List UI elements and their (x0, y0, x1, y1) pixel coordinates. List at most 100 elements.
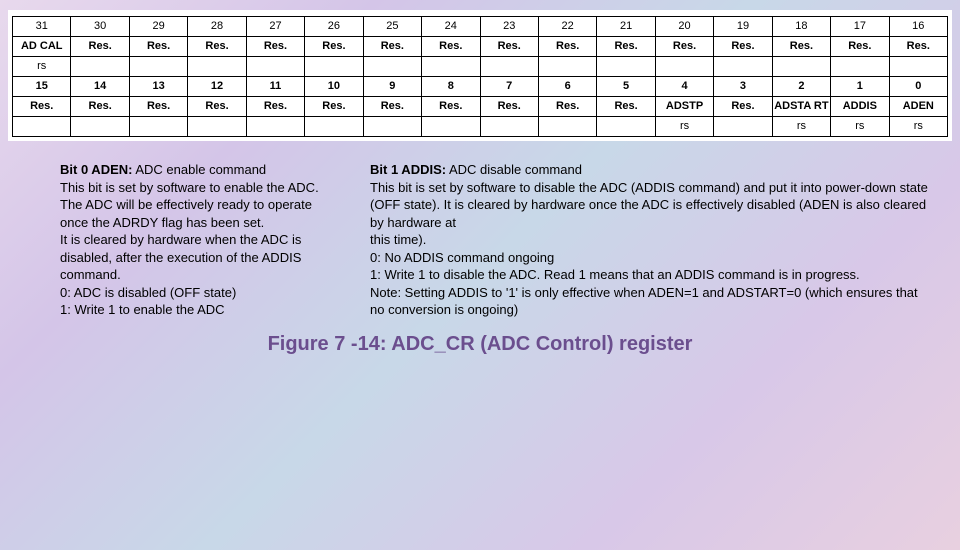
table-cell (889, 57, 947, 77)
bit0-body: This bit is set by software to enable th… (60, 180, 319, 318)
table-cell: Res. (305, 97, 363, 117)
table-cell (363, 117, 421, 137)
table-cell: 31 (13, 17, 71, 37)
table-cell: 11 (246, 77, 304, 97)
table-cell: 23 (480, 17, 538, 37)
table-cell (129, 57, 187, 77)
table-cell: 29 (129, 17, 187, 37)
bit0-description: Bit 0 ADEN: ADC enable command This bit … (60, 161, 340, 319)
table-cell: 9 (363, 77, 421, 97)
register-bit-table: 31302928272625242322212019181716 AD CALR… (12, 16, 948, 137)
table-cell: 0 (889, 77, 947, 97)
table-cell: 17 (831, 17, 889, 37)
table-cell (480, 57, 538, 77)
bit1-body: This bit is set by software to disable t… (370, 180, 928, 318)
table-cell: 6 (538, 77, 596, 97)
table-cell: 16 (889, 17, 947, 37)
table-cell: AD CAL (13, 37, 71, 57)
table-cell: Res. (772, 37, 830, 57)
bits-low-row: 1514131211109876543210 (13, 77, 948, 97)
bit1-title: Bit 1 ADDIS: (370, 162, 446, 177)
table-cell: rs (655, 117, 713, 137)
table-cell: Res. (714, 97, 772, 117)
table-cell: 28 (188, 17, 246, 37)
table-cell: ADEN (889, 97, 947, 117)
table-cell (597, 57, 655, 77)
bit1-description: Bit 1 ADDIS: ADC disable command This bi… (370, 161, 930, 319)
table-cell: Res. (480, 97, 538, 117)
table-cell: Res. (714, 37, 772, 57)
rw-low-row: rsrsrsrs (13, 117, 948, 137)
table-cell: 20 (655, 17, 713, 37)
table-cell: Res. (71, 37, 129, 57)
table-cell (772, 57, 830, 77)
table-cell: 3 (714, 77, 772, 97)
table-cell (246, 57, 304, 77)
table-cell: 13 (129, 77, 187, 97)
table-cell (305, 117, 363, 137)
table-cell: Res. (246, 37, 304, 57)
table-cell: Res. (538, 97, 596, 117)
table-cell (422, 57, 480, 77)
table-cell (305, 57, 363, 77)
bits-high-row: 31302928272625242322212019181716 (13, 17, 948, 37)
table-cell: 8 (422, 77, 480, 97)
table-cell: 12 (188, 77, 246, 97)
table-cell: Res. (597, 37, 655, 57)
table-cell (246, 117, 304, 137)
table-cell: Res. (831, 37, 889, 57)
table-cell: Res. (422, 37, 480, 57)
labels-low-row: Res.Res.Res.Res.Res.Res.Res.Res.Res.Res.… (13, 97, 948, 117)
table-cell: 30 (71, 17, 129, 37)
table-cell (129, 117, 187, 137)
table-cell: Res. (129, 37, 187, 57)
table-cell (188, 117, 246, 137)
table-cell (363, 57, 421, 77)
bit0-title: Bit 0 ADEN: (60, 162, 132, 177)
table-cell: Res. (188, 37, 246, 57)
table-cell: Res. (889, 37, 947, 57)
table-cell: 19 (714, 17, 772, 37)
table-cell: Res. (363, 97, 421, 117)
table-cell (714, 117, 772, 137)
table-cell (538, 57, 596, 77)
table-cell: 7 (480, 77, 538, 97)
table-cell: rs (889, 117, 947, 137)
table-cell: 18 (772, 17, 830, 37)
bit1-title-rest: ADC disable command (446, 162, 582, 177)
table-cell (831, 57, 889, 77)
table-cell: Res. (422, 97, 480, 117)
table-cell (480, 117, 538, 137)
table-cell: 22 (538, 17, 596, 37)
table-cell (597, 117, 655, 137)
description-row: Bit 0 ADEN: ADC enable command This bit … (60, 161, 930, 319)
table-cell: 27 (246, 17, 304, 37)
table-cell: 24 (422, 17, 480, 37)
table-cell: Res. (363, 37, 421, 57)
register-table-container: 31302928272625242322212019181716 AD CALR… (8, 10, 952, 141)
table-cell: 21 (597, 17, 655, 37)
table-cell: 4 (655, 77, 713, 97)
table-cell (714, 57, 772, 77)
table-cell: Res. (246, 97, 304, 117)
figure-caption: Figure 7 -14: ADC_CR (ADC Control) regis… (0, 333, 960, 356)
table-cell: Res. (538, 37, 596, 57)
table-cell: rs (772, 117, 830, 137)
table-cell: rs (13, 57, 71, 77)
table-cell: ADSTP (655, 97, 713, 117)
labels-high-row: AD CALRes.Res.Res.Res.Res.Res.Res.Res.Re… (13, 37, 948, 57)
bit0-title-rest: ADC enable command (132, 162, 266, 177)
table-cell (188, 57, 246, 77)
table-cell (13, 117, 71, 137)
table-cell: Res. (480, 37, 538, 57)
table-cell: Res. (655, 37, 713, 57)
table-cell (538, 117, 596, 137)
table-cell: 1 (831, 77, 889, 97)
table-cell: Res. (188, 97, 246, 117)
table-cell: Res. (597, 97, 655, 117)
table-cell (71, 57, 129, 77)
table-cell (655, 57, 713, 77)
table-cell (422, 117, 480, 137)
table-cell: Res. (13, 97, 71, 117)
table-cell: 26 (305, 17, 363, 37)
